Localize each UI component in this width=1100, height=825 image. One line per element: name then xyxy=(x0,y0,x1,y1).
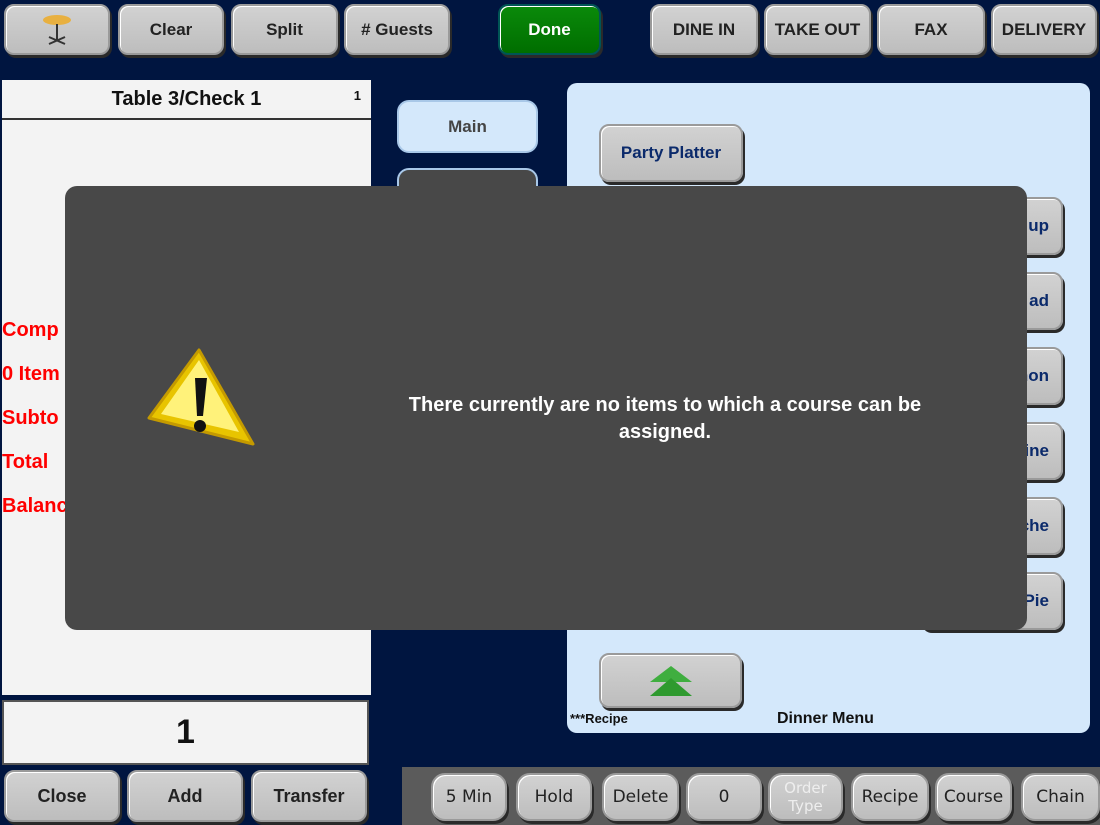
delivery-button[interactable]: DELIVERY xyxy=(991,4,1097,55)
hold-button[interactable]: Hold xyxy=(516,773,592,821)
split-button[interactable]: Split xyxy=(231,4,338,55)
comp-label: Comp xyxy=(2,319,59,341)
scroll-up-button[interactable] xyxy=(599,653,742,708)
double-chevron-up-icon xyxy=(649,665,692,696)
alert-dialog[interactable]: There currently are no items to which a … xyxy=(65,186,1027,630)
guests-button[interactable]: # Guests xyxy=(344,4,450,55)
recipe-button[interactable]: Recipe xyxy=(851,773,929,821)
table-icon xyxy=(43,14,71,45)
take-out-button[interactable]: TAKE OUT xyxy=(764,4,871,55)
alert-message: There currently are no items to which a … xyxy=(408,394,922,443)
close-button[interactable]: Close xyxy=(4,770,120,822)
check-title: Table 3/Check 1 xyxy=(111,87,262,110)
item-count-label: 0 Item xyxy=(2,363,60,385)
clear-button[interactable]: Clear xyxy=(118,4,224,55)
seat-number: 1 xyxy=(353,88,361,103)
order-type-button[interactable]: Order Type xyxy=(768,773,843,821)
quantity-display: 1 xyxy=(2,700,369,765)
delete-button[interactable]: Delete xyxy=(602,773,679,821)
fax-button[interactable]: FAX xyxy=(877,4,985,55)
zero-button[interactable]: 0 xyxy=(686,773,762,821)
five-min-button[interactable]: 5 Min xyxy=(431,773,507,821)
menu-name: Dinner Menu xyxy=(777,710,874,727)
course-button[interactable]: Course xyxy=(935,773,1012,821)
subtotal-label: Subto xyxy=(2,407,59,429)
party-platter-button[interactable]: Party Platter xyxy=(599,124,743,182)
add-button[interactable]: Add xyxy=(127,770,243,822)
table-button[interactable] xyxy=(4,4,110,55)
dine-in-button[interactable]: DINE IN xyxy=(650,4,758,55)
total-label: Total xyxy=(2,451,49,473)
warning-icon xyxy=(147,348,255,446)
check-header: Table 3/Check 1 1 xyxy=(2,80,371,120)
tab-main[interactable]: Main xyxy=(397,100,538,153)
balance-label: Balanc xyxy=(2,495,68,517)
done-button[interactable]: Done xyxy=(498,4,601,55)
chain-button[interactable]: Chain xyxy=(1021,773,1100,821)
transfer-button[interactable]: Transfer xyxy=(251,770,367,822)
recipe-note: ***Recipe xyxy=(570,711,628,726)
